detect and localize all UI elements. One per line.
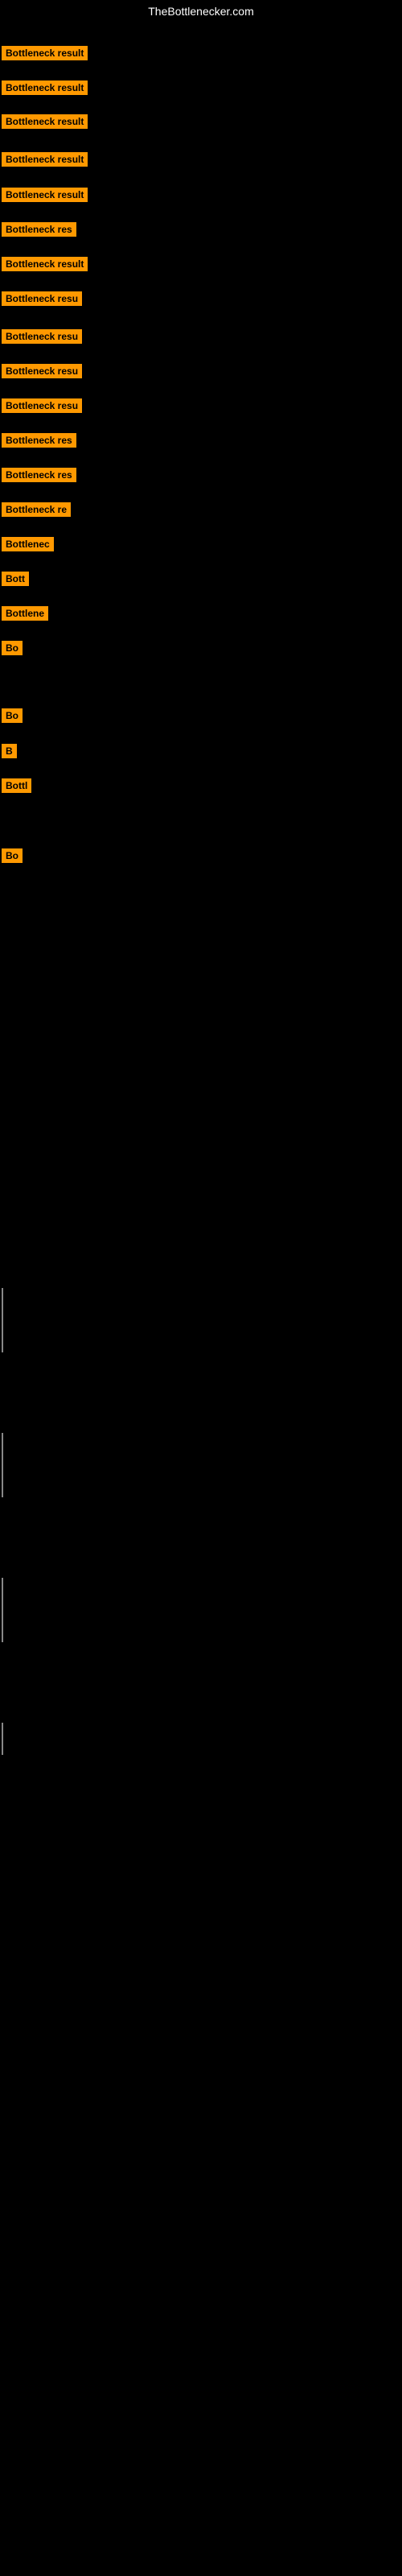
- bottleneck-badge: Bottleneck result: [2, 80, 88, 95]
- bottleneck-badge: Bottleneck resu: [2, 398, 82, 413]
- bottleneck-badge: Bottleneck result: [2, 114, 88, 129]
- bottleneck-badge: Bottleneck res: [2, 468, 76, 482]
- vertical-bar: [2, 1288, 3, 1352]
- vertical-bar: [2, 1723, 3, 1739]
- vertical-bar: [2, 1578, 3, 1642]
- bottleneck-badge: Bo: [2, 848, 23, 863]
- site-title: TheBottlenecker.com: [0, 0, 402, 23]
- vertical-bar: [2, 1739, 3, 1755]
- bottleneck-badge: Bottleneck result: [2, 152, 88, 167]
- bottleneck-badge: Bo: [2, 708, 23, 723]
- vertical-bar: [2, 1433, 3, 1497]
- bottleneck-badge: B: [2, 744, 17, 758]
- bottleneck-badge: Bottleneck res: [2, 222, 76, 237]
- bottleneck-badge: Bottleneck result: [2, 46, 88, 60]
- bottleneck-badge: Bottleneck res: [2, 433, 76, 448]
- bottleneck-badge: Bo: [2, 641, 23, 655]
- bottleneck-badge: Bottleneck resu: [2, 291, 82, 306]
- bottleneck-badge: Bottleneck result: [2, 188, 88, 202]
- bottleneck-badge: Bottlenec: [2, 537, 54, 551]
- bottleneck-badge: Bottleneck result: [2, 257, 88, 271]
- bottleneck-badge: Bottl: [2, 778, 31, 793]
- bottleneck-badge: Bottleneck resu: [2, 329, 82, 344]
- bottleneck-badge: Bottleneck re: [2, 502, 71, 517]
- bottleneck-badge: Bottleneck resu: [2, 364, 82, 378]
- bottleneck-badge: Bottlene: [2, 606, 48, 621]
- bottleneck-badge: Bott: [2, 572, 29, 586]
